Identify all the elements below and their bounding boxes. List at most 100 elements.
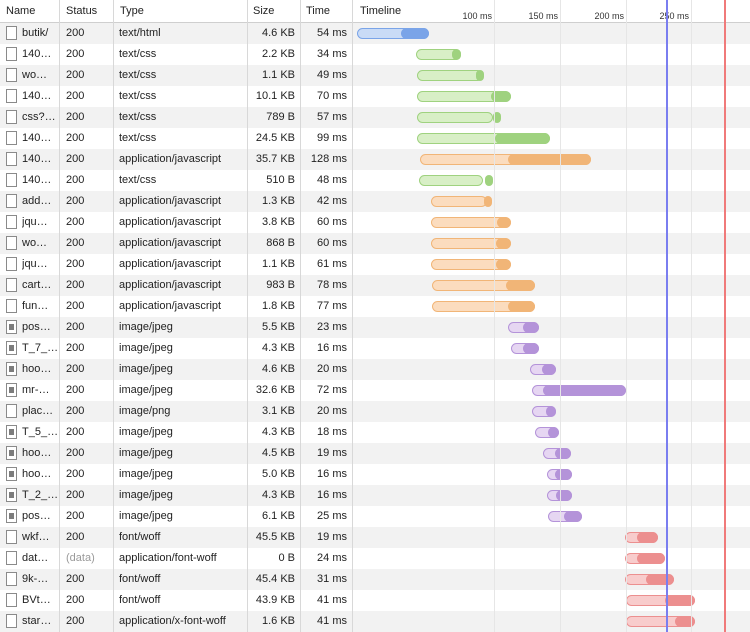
name-column-header[interactable]: Name [0,0,60,23]
request-time: 16 ms [317,489,347,501]
request-name[interactable]: pos… [22,317,58,338]
column-divider[interactable] [113,0,114,632]
timeline-download-bar [401,28,430,39]
size-column-header[interactable]: Size [247,0,301,23]
time-column-header[interactable]: Time [300,0,352,23]
request-time: 72 ms [317,384,347,396]
request-time: 16 ms [317,342,347,354]
request-name[interactable]: mr-… [22,380,58,401]
request-type: image/jpeg [119,510,173,522]
request-name[interactable]: 140… [22,149,58,170]
timeline-download-bar [636,532,659,543]
request-name[interactable]: T_2_… [22,485,58,506]
timeline-download-bar [451,49,462,60]
request-type: image/jpeg [119,342,173,354]
request-time: 61 ms [317,258,347,270]
request-type: image/jpeg [119,447,173,459]
request-name[interactable]: hoo… [22,443,58,464]
file-icon [6,572,17,586]
tick-label-150: 150 ms [528,11,558,21]
request-name[interactable]: butik/ [22,23,58,44]
request-status: 200 [66,27,85,39]
timeline-download-bar [548,427,560,438]
request-type: application/javascript [119,237,222,249]
timeline-download-bar [484,196,493,207]
request-name[interactable]: star… [22,611,58,632]
request-name[interactable]: T_5_… [22,422,58,443]
tick-label-200: 200 ms [594,11,624,21]
request-name[interactable]: wo… [22,233,58,254]
request-time: 16 ms [317,468,347,480]
request-type: text/css [119,90,157,102]
request-name[interactable]: wo… [22,65,58,86]
request-time: 20 ms [317,405,347,417]
column-divider[interactable] [300,0,301,632]
timeline-download-bar [485,175,494,186]
status-column-header[interactable]: Status [60,0,114,23]
request-status: 200 [66,531,85,543]
timeline-column-header[interactable]: Timeline [354,0,454,23]
request-name[interactable]: 140… [22,44,58,65]
type-column-header[interactable]: Type [114,0,248,23]
request-type: text/css [119,174,157,186]
request-time: 77 ms [317,300,347,312]
column-divider[interactable] [59,0,60,632]
request-size: 1.6 KB [261,615,295,627]
request-type: font/woff [119,573,161,585]
timeline-download-bar [564,511,582,522]
file-icon [6,299,17,313]
request-name[interactable]: cart… [22,275,58,296]
image-thumbnail-icon [6,383,17,397]
request-name[interactable]: wkf… [22,527,58,548]
request-time: 25 ms [317,510,347,522]
timeline-download-bar [541,364,557,375]
request-status: 200 [66,258,85,270]
request-time: 78 ms [317,279,347,291]
request-size: 5.0 KB [261,468,295,480]
request-type: application/font-woff [119,552,217,564]
load-event-marker [724,0,726,632]
timeline-download-bar [555,469,573,480]
request-time: 20 ms [317,363,347,375]
request-name[interactable]: hoo… [22,359,58,380]
request-name[interactable]: hoo… [22,464,58,485]
request-time: 54 ms [317,27,347,39]
file-icon [6,47,17,61]
timeline-download-bar [508,154,592,165]
request-name[interactable]: pos… [22,506,58,527]
request-type: image/jpeg [119,384,173,396]
request-name[interactable]: add… [22,191,58,212]
request-name[interactable]: 140… [22,86,58,107]
request-size: 1.1 KB [261,69,295,81]
request-name[interactable]: 140… [22,170,58,191]
request-type: application/javascript [119,258,222,270]
request-name[interactable]: jqu… [22,254,58,275]
file-icon [6,593,17,607]
timeline-download-bar [494,133,550,144]
request-name[interactable]: fun… [22,296,58,317]
request-size: 1.3 KB [261,195,295,207]
request-size: 4.3 KB [261,342,295,354]
timeline-download-bar [636,553,665,564]
request-status: 200 [66,174,85,186]
request-status: 200 [66,237,85,249]
column-divider[interactable] [247,0,248,632]
request-name[interactable]: css?… [22,107,58,128]
request-time: 24 ms [317,552,347,564]
request-size: 32.6 KB [255,384,295,396]
timeline-download-bar [496,259,511,270]
timeline-gridline [691,0,692,632]
request-size: 789 B [266,111,295,123]
request-time: 41 ms [317,615,347,627]
request-size: 4.3 KB [261,489,295,501]
request-name[interactable]: jqu… [22,212,58,233]
request-name[interactable]: 9k-… [22,569,58,590]
request-name[interactable]: BVt… [22,590,58,611]
request-name[interactable]: plac… [22,401,58,422]
request-name[interactable]: dat… [22,548,58,569]
request-name[interactable]: 140… [22,128,58,149]
timeline-download-bar [522,343,539,354]
column-divider[interactable] [352,0,353,632]
file-icon [6,236,17,250]
request-name[interactable]: T_7_… [22,338,58,359]
